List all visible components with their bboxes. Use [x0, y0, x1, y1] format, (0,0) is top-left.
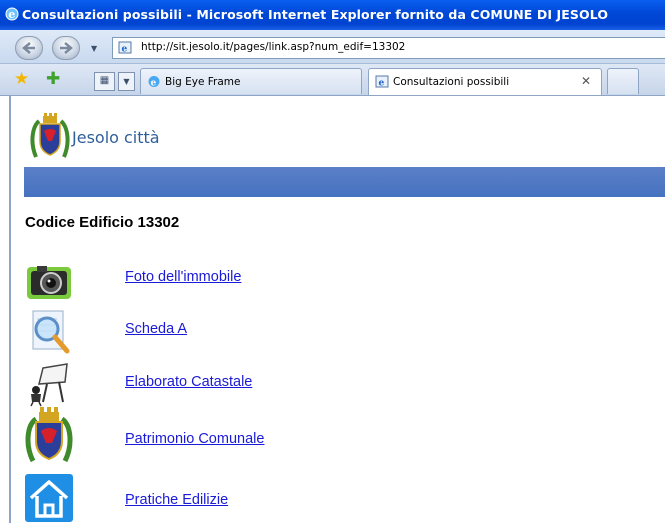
link-row-pratiche: Pratiche Edilizie: [25, 472, 665, 522]
camera-icon: [27, 266, 71, 299]
ie-icon: e: [5, 7, 19, 21]
pratiche-edilizie-link[interactable]: Pratiche Edilizie: [125, 492, 228, 508]
drafting-table-icon: [30, 363, 68, 407]
history-dropdown-icon[interactable]: ▼: [91, 44, 97, 53]
forward-arrow-icon: [60, 42, 73, 54]
tab-label: Big Eye Frame: [165, 76, 241, 88]
address-field[interactable]: e http://sit.jesolo.it/pages/link.asp?nu…: [112, 37, 665, 59]
tab-consultazioni[interactable]: e Consultazioni possibili ✕: [368, 68, 602, 95]
elaborato-catastale-link[interactable]: Elaborato Catastale: [125, 374, 252, 390]
back-arrow-icon: [22, 42, 35, 54]
forward-button[interactable]: [52, 36, 80, 60]
coat-of-arms-icon: [25, 407, 73, 463]
link-row-scheda: Scheda A: [25, 307, 665, 357]
url-text[interactable]: http://sit.jesolo.it/pages/link.asp?num_…: [141, 41, 405, 53]
tab-bar: ★ ✚ ▦ ▼ e Big Eye Frame e Consultazioni …: [0, 64, 665, 96]
scheda-a-link[interactable]: Scheda A: [125, 321, 187, 337]
house-icon: [25, 474, 73, 522]
address-toolbar: ▼ e http://sit.jesolo.it/pages/link.asp?…: [0, 30, 665, 64]
favorites-star-icon[interactable]: ★: [14, 71, 29, 88]
svg-text:e: e: [122, 45, 128, 55]
back-button[interactable]: [15, 36, 43, 60]
link-row-elaborato: Elaborato Catastale: [25, 360, 665, 410]
patrimonio-comunale-link[interactable]: Patrimonio Comunale: [125, 431, 264, 447]
close-tab-icon[interactable]: ✕: [581, 74, 591, 88]
window-title-bar: e Consultazioni possibili - Microsoft In…: [0, 0, 665, 30]
svg-text:e: e: [379, 79, 385, 89]
building-code-heading: Codice Edificio 13302: [25, 214, 180, 231]
link-row-foto: Foto dell'immobile: [25, 255, 665, 305]
magnifier-document-icon: [32, 310, 70, 354]
svg-text:e: e: [8, 8, 15, 21]
jesolo-logo-icon: [30, 113, 70, 158]
window-title: Consultazioni possibili - Microsoft Inte…: [22, 7, 609, 22]
svg-text:e: e: [151, 79, 157, 89]
foto-immobile-link[interactable]: Foto dell'immobile: [125, 269, 241, 285]
header-band: [24, 167, 665, 197]
tab-big-eye-frame[interactable]: e Big Eye Frame: [140, 68, 362, 94]
quick-tabs-icon[interactable]: ▦: [94, 72, 115, 91]
site-name: Jesolo città: [72, 128, 160, 147]
add-favorite-icon[interactable]: ✚: [46, 71, 60, 88]
tab-label: Consultazioni possibili: [393, 76, 510, 88]
ie-page-icon: e: [148, 76, 160, 89]
page-icon: e: [375, 75, 389, 88]
new-tab-button[interactable]: [607, 68, 639, 94]
tab-list-dropdown-icon[interactable]: ▼: [118, 72, 135, 91]
link-row-patrimonio: Patrimonio Comunale: [25, 407, 665, 463]
page-icon: e: [118, 41, 132, 54]
